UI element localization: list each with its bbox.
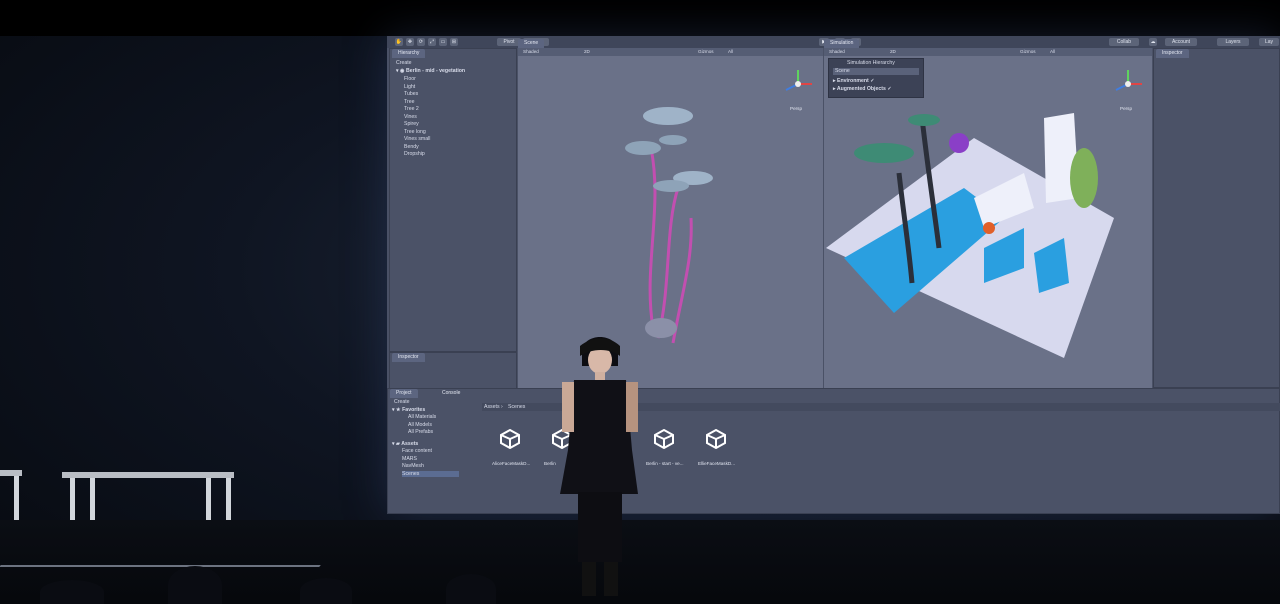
- hierarchy-item[interactable]: Tubes: [404, 91, 418, 97]
- asset-folder-item[interactable]: MARS: [402, 456, 417, 462]
- layout-button[interactable]: Lay: [1259, 38, 1279, 46]
- favorites-header[interactable]: ▾ ★ Favorites: [392, 407, 425, 413]
- scene-name: Berlin - mid - vegetation: [406, 68, 466, 74]
- favorites-item[interactable]: All Models: [408, 422, 432, 428]
- unity-scene-icon[interactable]: [706, 428, 726, 450]
- transform-tool-icon[interactable]: ⊞: [450, 38, 458, 46]
- asset-label[interactable]: AliceFaceMaskD...: [492, 461, 530, 466]
- account-button[interactable]: Account: [1165, 38, 1197, 46]
- breadcrumb-scenes[interactable]: Scenes: [508, 404, 525, 410]
- asset-label[interactable]: EllieFaceMaskD...: [698, 461, 735, 466]
- room-simulation-model[interactable]: [824, 78, 1152, 388]
- hand-tool-icon[interactable]: ✋: [395, 38, 403, 46]
- audience-head: [40, 580, 104, 604]
- rect-tool-icon[interactable]: ▭: [439, 38, 447, 46]
- simulation-hierarchy-title: Simulation Hierarchy: [847, 60, 895, 66]
- tab-project[interactable]: Project: [390, 389, 418, 398]
- breadcrumb-separator: ›: [501, 404, 503, 410]
- tree-model[interactable]: [613, 88, 733, 348]
- scene-shaded-dropdown[interactable]: Shaded: [523, 48, 539, 56]
- tab-hierarchy[interactable]: Hierarchy: [392, 49, 426, 58]
- sim-shaded-dropdown[interactable]: Shaded: [829, 48, 845, 56]
- favorites-item[interactable]: All Materials: [408, 414, 436, 420]
- letterbox-top: [0, 0, 1280, 36]
- sim-search-input[interactable]: All: [1050, 48, 1055, 56]
- breadcrumb-assets[interactable]: Assets: [484, 404, 500, 410]
- asset-folder-item[interactable]: Face content: [402, 448, 432, 454]
- tab-console[interactable]: Console: [436, 389, 467, 398]
- simulation-view[interactable]: Shaded 2D Gizmos All Simulation Simulati…: [824, 39, 1152, 388]
- favorites-item[interactable]: All Prefabs: [408, 429, 433, 435]
- sim-gizmos-dropdown[interactable]: Gizmos: [1020, 48, 1036, 56]
- hierarchy-item[interactable]: Tree: [404, 99, 414, 105]
- tab-inspector-left[interactable]: Inspector: [392, 353, 425, 362]
- projected-unity-editor: ✋ ✥ ⟳ ⤢ ▭ ⊞ Pivot Local ▶ ❚❚ ▶| Collab ☁…: [387, 36, 1280, 514]
- scene-gizmos-dropdown[interactable]: Gizmos: [698, 48, 714, 56]
- hierarchy-item[interactable]: Light: [404, 84, 415, 90]
- cloud-icon[interactable]: ☁: [1149, 38, 1157, 46]
- hierarchy-create-button[interactable]: Create: [396, 60, 412, 66]
- scene-orientation-gizmo[interactable]: [780, 66, 816, 102]
- rotate-tool-icon[interactable]: ⟳: [417, 38, 425, 46]
- layers-button[interactable]: Layers: [1217, 38, 1249, 46]
- collab-button[interactable]: Collab: [1109, 38, 1139, 46]
- tab-scene[interactable]: Scene: [518, 39, 545, 48]
- scene-search-input[interactable]: All: [728, 48, 733, 56]
- hierarchy-item[interactable]: Vines: [404, 114, 417, 120]
- asset-folder-item[interactable]: Scenes: [402, 470, 460, 477]
- hierarchy-item[interactable]: Floor: [404, 76, 416, 82]
- hierarchy-item[interactable]: Bendy: [404, 144, 419, 150]
- hierarchy-item[interactable]: Dropship: [404, 151, 425, 157]
- hierarchy-item[interactable]: Spirey: [404, 121, 419, 127]
- simulation-scene-value: Scene: [835, 68, 850, 74]
- assets-label: Assets: [401, 441, 419, 447]
- presenter: [560, 337, 638, 596]
- inspector-left-panel: Inspector: [389, 352, 517, 390]
- simulation-scene-dropdown[interactable]: Scene: [833, 68, 919, 75]
- hierarchy-panel: Hierarchy Create ▾ ◉ Berlin - mid - vege…: [389, 48, 517, 352]
- scene-view-toolbar: Shaded 2D Gizmos All: [518, 48, 823, 56]
- move-tool-icon[interactable]: ✥: [406, 38, 414, 46]
- scene-persp-label: Persp: [790, 106, 803, 111]
- audience-head: [168, 566, 222, 604]
- inspector-panel: Inspector: [1153, 48, 1280, 388]
- audience-head: [300, 578, 352, 604]
- tab-simulation[interactable]: Simulation: [824, 39, 860, 48]
- scale-tool-icon[interactable]: ⤢: [428, 38, 436, 46]
- asset-folder-item[interactable]: NavMesh: [402, 463, 424, 469]
- unity-scene-icon[interactable]: [500, 428, 520, 450]
- scene-2d-toggle[interactable]: 2D: [584, 48, 590, 56]
- favorites-label: Favorites: [402, 407, 426, 413]
- simulation-view-toolbar: Shaded 2D Gizmos All: [824, 48, 1152, 56]
- asset-label[interactable]: Berlin - start - ve...: [646, 461, 684, 466]
- hierarchy-item[interactable]: Vines small: [404, 136, 430, 142]
- assets-header[interactable]: ▾ ▰ Assets: [392, 441, 418, 447]
- floor-marking: [0, 565, 321, 567]
- hierarchy-item[interactable]: Tree 2: [404, 106, 419, 112]
- unity-scene-icon[interactable]: [654, 428, 674, 450]
- project-panel: Project Console Create ▾ ★ Favorites All…: [387, 388, 1280, 514]
- sim-2d-toggle[interactable]: 2D: [890, 48, 896, 56]
- hierarchy-scene-root[interactable]: ▾ ◉ Berlin - mid - vegetation: [396, 68, 465, 74]
- project-create-button[interactable]: Create: [394, 399, 410, 405]
- tab-inspector[interactable]: Inspector: [1156, 49, 1189, 58]
- hierarchy-item[interactable]: Tree long: [404, 129, 426, 135]
